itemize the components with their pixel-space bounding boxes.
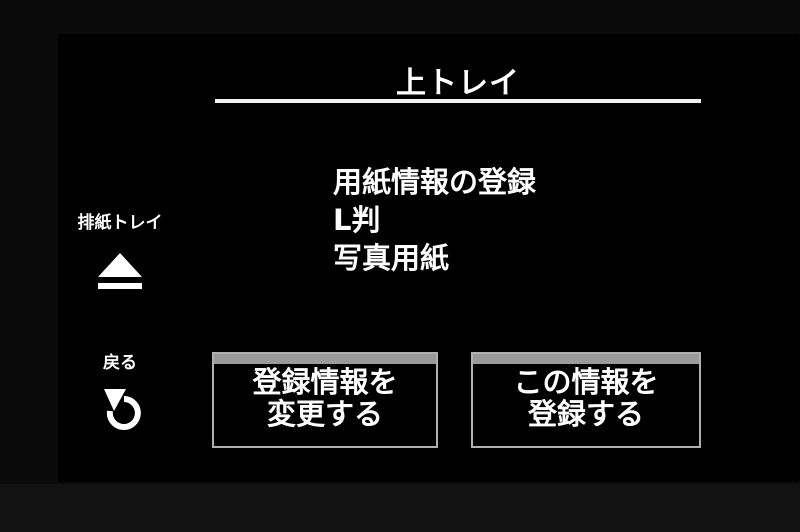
info-line-type: 写真用紙: [333, 241, 450, 275]
back-arrow-icon: [96, 385, 144, 437]
change-info-button[interactable]: 登録情報を 変更する: [212, 352, 438, 448]
eject-icon: [96, 253, 144, 297]
eject-tray-label: 排紙トレイ: [77, 213, 163, 233]
title-underline: [215, 99, 701, 103]
eject-tray-button[interactable]: 排紙トレイ: [70, 208, 170, 297]
info-line-operation: 用紙情報の登録: [333, 165, 537, 199]
back-button[interactable]: 戻る: [70, 348, 170, 437]
back-label: 戻る: [103, 353, 137, 373]
paper-info: 用紙情報の登録 L判 写真用紙: [333, 163, 536, 277]
change-info-line1: 登録情報を: [252, 365, 398, 399]
register-info-line2: 登録する: [527, 397, 644, 431]
info-line-size: L判: [333, 203, 381, 237]
bezel-bottom: [0, 484, 800, 532]
change-info-line2: 変更する: [266, 397, 383, 431]
register-info-button[interactable]: この情報を 登録する: [471, 352, 701, 448]
register-info-line1: この情報を: [513, 365, 659, 399]
page-title: 上トレイ: [396, 66, 520, 101]
